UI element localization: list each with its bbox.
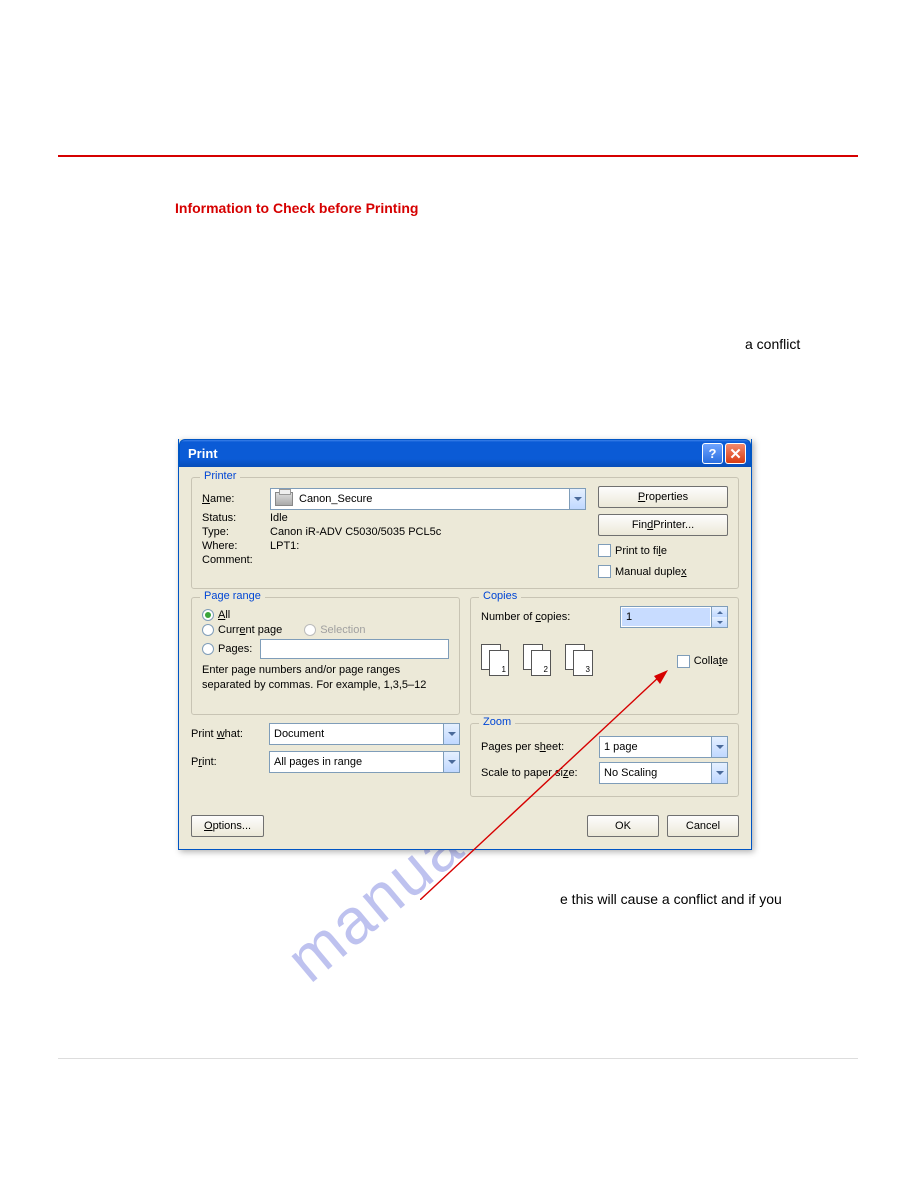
print-to-file-row[interactable]: Print to file (598, 544, 728, 557)
num-copies-label: Number of copies: (481, 611, 614, 623)
manual-duplex-label: Manual duplex (615, 566, 687, 578)
stack-icon: 1 1 (481, 644, 513, 678)
num-copies-value: 1 (622, 608, 710, 626)
manual-duplex-row[interactable]: Manual duplex (598, 565, 728, 578)
collate-checkbox[interactable] (677, 655, 690, 668)
chevron-down-icon[interactable] (569, 489, 585, 509)
horizontal-rule (58, 155, 858, 157)
print-what-value: Document (274, 728, 324, 740)
printer-name-value: Canon_Secure (299, 493, 372, 505)
dialog-titlebar[interactable]: Print ? ✕ (179, 439, 751, 467)
radio-all[interactable] (202, 609, 214, 621)
help-button[interactable]: ? (702, 443, 723, 464)
properties-button[interactable]: Properties (598, 486, 728, 508)
lower-left-group: Print what: Document Print: All pages in… (191, 723, 460, 805)
spinner-up[interactable] (712, 607, 727, 617)
print-what-label: Print what: (191, 728, 263, 740)
dialog-title: Print (188, 446, 702, 461)
dialog-body: Printer Name: Canon_Secure Status (179, 467, 751, 849)
stack-icon: 3 3 (565, 644, 597, 678)
print-dialog: Print ? ✕ Printer Name: Canon_Secure (178, 439, 752, 850)
copies-group: Copies Number of copies: 1 (470, 597, 739, 715)
status-value: Idle (270, 512, 586, 524)
printer-name-select[interactable]: Canon_Secure (270, 488, 586, 510)
chevron-down-icon[interactable] (711, 763, 727, 783)
print-to-file-checkbox[interactable] (598, 544, 611, 557)
copies-legend: Copies (479, 590, 521, 602)
chevron-down-icon[interactable] (443, 752, 459, 772)
type-label: Type: (202, 526, 270, 538)
options-button[interactable]: Options... (191, 815, 264, 837)
close-button[interactable]: ✕ (725, 443, 746, 464)
pages-per-sheet-label: Pages per sheet: (481, 741, 591, 753)
print-label: Print: (191, 756, 263, 768)
scale-value: No Scaling (604, 767, 657, 779)
num-copies-spinner[interactable]: 1 (620, 606, 728, 628)
body-fragment-bottom: e this will cause a conflict and if you (560, 891, 782, 907)
chevron-down-icon[interactable] (443, 724, 459, 744)
scale-select[interactable]: No Scaling (599, 762, 728, 784)
zoom-legend: Zoom (479, 716, 515, 728)
radio-selection (304, 624, 316, 636)
status-label: Status: (202, 512, 270, 524)
printer-icon (275, 492, 293, 506)
find-printer-button[interactable]: Find Printer... (598, 514, 728, 536)
manual-duplex-checkbox[interactable] (598, 565, 611, 578)
section-heading: Information to Check before Printing (175, 200, 418, 216)
radio-all-row[interactable]: All (202, 609, 449, 621)
radio-all-label: All (218, 609, 230, 621)
stack-icon: 2 2 (523, 644, 555, 678)
name-label: Name: (202, 493, 270, 505)
collate-graphic: 1 1 2 2 3 3 (481, 644, 597, 678)
page-footer (58, 1058, 858, 1128)
print-to-file-label: Print to file (615, 545, 667, 557)
radio-current-label: Current page (218, 624, 282, 636)
pages-per-sheet-value: 1 page (604, 741, 638, 753)
comment-label: Comment: (202, 554, 270, 566)
page-range-hint: Enter page numbers and/or page ranges se… (202, 663, 449, 693)
radio-current-page[interactable] (202, 624, 214, 636)
where-label: Where: (202, 540, 270, 552)
where-value: LPT1: (270, 540, 586, 552)
printer-group: Printer Name: Canon_Secure Status (191, 477, 739, 589)
zoom-group: Zoom Pages per sheet: 1 page Scale to pa… (470, 723, 739, 797)
titlebar-controls: ? ✕ (702, 443, 746, 464)
chevron-down-icon[interactable] (711, 737, 727, 757)
document-page: Information to Check before Printing a c… (0, 0, 918, 1188)
ok-button[interactable]: OK (587, 815, 659, 837)
dialog-bottom-row: Options... OK Cancel (191, 815, 739, 837)
collate-label: Collate (694, 655, 728, 667)
spinner-down[interactable] (712, 617, 727, 627)
page-range-group: Page range All Current page Selection (191, 597, 460, 715)
body-fragment-right: a conflict (745, 336, 800, 352)
type-value: Canon iR-ADV C5030/5035 PCL5c (270, 526, 586, 538)
cancel-button[interactable]: Cancel (667, 815, 739, 837)
printer-legend: Printer (200, 470, 240, 482)
scale-label: Scale to paper size: (481, 767, 591, 779)
pages-input[interactable] (260, 639, 449, 659)
print-range-value: All pages in range (274, 756, 362, 768)
print-what-select[interactable]: Document (269, 723, 460, 745)
radio-pages[interactable] (202, 643, 214, 655)
pages-per-sheet-select[interactable]: 1 page (599, 736, 728, 758)
print-range-select[interactable]: All pages in range (269, 751, 460, 773)
comment-value (270, 554, 586, 566)
radio-selection-label: Selection (320, 624, 365, 636)
page-range-legend: Page range (200, 590, 265, 602)
radio-pages-label: Pages: (218, 643, 260, 655)
